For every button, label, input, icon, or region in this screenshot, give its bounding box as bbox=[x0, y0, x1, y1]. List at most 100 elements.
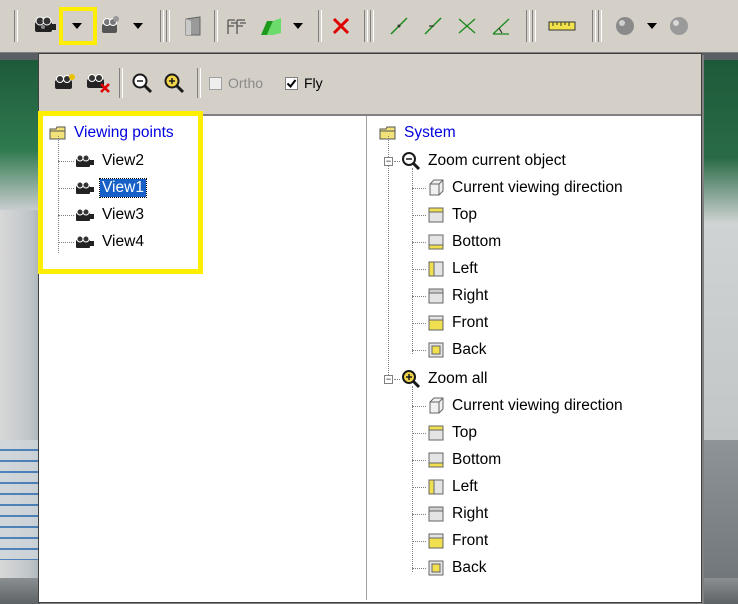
delete-camera-icon bbox=[87, 74, 110, 93]
toolbar-separator bbox=[598, 10, 602, 42]
tree-item-label: Right bbox=[452, 287, 489, 304]
tree-line bbox=[412, 568, 426, 569]
camera-button[interactable] bbox=[30, 13, 60, 39]
toolbar-separator bbox=[370, 10, 374, 42]
view-left-icon bbox=[428, 479, 444, 495]
ortho-label: Ortho bbox=[228, 75, 264, 91]
camera-settings-dropdown-button[interactable] bbox=[128, 13, 148, 39]
render-dropdown-button[interactable] bbox=[642, 13, 662, 39]
camera-dropdown-highlight bbox=[59, 7, 97, 45]
tree-item-label: Bottom bbox=[452, 451, 502, 468]
ortho-checkbox[interactable]: Ortho bbox=[209, 70, 263, 96]
view-left-icon bbox=[428, 261, 444, 277]
fly-checkbox[interactable]: Fly bbox=[285, 70, 323, 96]
tree-item-label: Current viewing direction bbox=[452, 397, 623, 414]
wall-button[interactable] bbox=[256, 13, 286, 39]
sphere-button[interactable] bbox=[664, 13, 694, 39]
delete-viewing-point-button[interactable] bbox=[85, 70, 111, 96]
tree-line bbox=[412, 487, 426, 488]
zoom-icon bbox=[402, 152, 421, 171]
tree-line bbox=[412, 514, 426, 515]
view-top-icon bbox=[428, 207, 444, 223]
ortho-checkbox-box[interactable] bbox=[209, 76, 222, 90]
tree-item-left[interactable]: Left bbox=[427, 475, 480, 499]
view-right-icon bbox=[428, 506, 444, 522]
tree-item-bottom[interactable]: Bottom bbox=[427, 448, 503, 472]
tree-item-front[interactable]: Front bbox=[427, 311, 490, 335]
zoom-object-button[interactable] bbox=[131, 70, 153, 96]
toolbar-separator bbox=[364, 10, 368, 42]
tree-item-bottom[interactable]: Bottom bbox=[427, 230, 503, 254]
tree-root-system[interactable]: System bbox=[379, 121, 458, 145]
camera-settings-button[interactable] bbox=[96, 13, 126, 39]
delete-button[interactable] bbox=[326, 13, 356, 39]
view-bottom-icon bbox=[428, 234, 444, 250]
cube-icon bbox=[429, 179, 444, 196]
fly-checkbox-box[interactable] bbox=[285, 76, 298, 90]
add-viewing-point-button[interactable] bbox=[53, 70, 77, 96]
toolbar-separator bbox=[592, 10, 596, 42]
draw-segment-button[interactable] bbox=[418, 13, 448, 39]
angle-button[interactable] bbox=[486, 13, 516, 39]
zoom-all-button[interactable] bbox=[163, 70, 185, 96]
draw-line-button[interactable] bbox=[384, 13, 414, 39]
intersect-button[interactable] bbox=[452, 13, 482, 39]
zoom-all-icon bbox=[164, 73, 185, 94]
sphere-icon bbox=[670, 17, 688, 35]
line-icon bbox=[390, 17, 408, 35]
tree-line bbox=[412, 406, 426, 407]
tree-line bbox=[412, 242, 426, 243]
view-right-icon bbox=[428, 288, 444, 304]
tree-group-zoom-all[interactable]: Zoom all bbox=[401, 367, 489, 391]
toolbar-separator bbox=[160, 10, 164, 42]
tree-item-label: Top bbox=[452, 206, 477, 223]
tree-item-right[interactable]: Right bbox=[427, 502, 490, 526]
collapse-toggle[interactable]: − bbox=[384, 375, 393, 384]
wall-icon bbox=[261, 18, 281, 35]
fly-label: Fly bbox=[304, 75, 323, 91]
toolbar-separator bbox=[318, 10, 322, 42]
popup-separator bbox=[197, 68, 201, 98]
toolbar-separator bbox=[166, 10, 170, 42]
tree-line bbox=[412, 269, 426, 270]
view-bottom-icon bbox=[428, 452, 444, 468]
popup-toolbar: Ortho Fly bbox=[39, 54, 701, 116]
angle-icon bbox=[492, 18, 510, 35]
wall-dropdown-button[interactable] bbox=[288, 13, 308, 39]
render-button[interactable] bbox=[610, 13, 640, 39]
door-button[interactable] bbox=[178, 13, 208, 39]
cube-icon bbox=[429, 397, 444, 414]
tree-item-label: Back bbox=[452, 341, 487, 358]
tree-item-front[interactable]: Front bbox=[427, 529, 490, 553]
tree-item-right[interactable]: Right bbox=[427, 284, 490, 308]
zoom-all-icon bbox=[402, 370, 421, 389]
collapse-toggle[interactable]: − bbox=[384, 157, 393, 166]
measure-button[interactable] bbox=[544, 13, 580, 39]
tree-group-zoom-current-object[interactable]: Zoom current object bbox=[401, 149, 568, 173]
add-camera-icon bbox=[55, 74, 75, 89]
level-button[interactable] bbox=[222, 13, 252, 39]
viewing-points-highlight bbox=[38, 111, 203, 274]
tree-root-label: System bbox=[404, 124, 456, 141]
tree-line bbox=[412, 460, 426, 461]
zoom-icon bbox=[132, 73, 153, 94]
tree-item-label: Front bbox=[452, 314, 489, 331]
view-back-icon bbox=[428, 342, 444, 358]
sphere-icon bbox=[616, 17, 634, 35]
popup-separator bbox=[119, 68, 123, 98]
tree-item-top[interactable]: Top bbox=[427, 203, 479, 227]
tree-line bbox=[388, 136, 389, 379]
dropdown-arrow-icon bbox=[133, 23, 143, 29]
tree-item-left[interactable]: Left bbox=[427, 257, 480, 281]
tree-item-current-viewing-direction[interactable]: Current viewing direction bbox=[427, 394, 625, 418]
tree-group-label: Zoom current object bbox=[428, 152, 566, 169]
tree-item-back[interactable]: Back bbox=[427, 338, 488, 362]
view-back-icon bbox=[428, 560, 444, 576]
tree-item-back[interactable]: Back bbox=[427, 556, 488, 580]
tree-item-label: Current viewing direction bbox=[452, 179, 623, 196]
tree-line bbox=[412, 386, 413, 572]
tree-item-top[interactable]: Top bbox=[427, 421, 479, 445]
tree-line bbox=[412, 296, 426, 297]
tree-item-current-viewing-direction[interactable]: Current viewing direction bbox=[427, 176, 625, 200]
tree-line bbox=[394, 379, 400, 380]
